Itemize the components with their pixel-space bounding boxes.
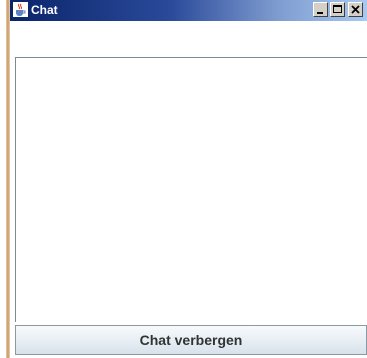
minimize-button[interactable] <box>313 2 328 17</box>
close-button[interactable] <box>348 2 363 17</box>
hide-chat-button[interactable]: Chat verbergen <box>15 325 367 355</box>
java-cup-icon <box>13 2 28 17</box>
window-title: Chat <box>31 3 58 17</box>
minimize-icon <box>317 12 323 14</box>
chat-messages-area[interactable] <box>15 57 367 322</box>
title-bar[interactable]: Chat <box>10 0 367 21</box>
maximize-button[interactable] <box>330 2 345 17</box>
header-area <box>10 21 367 57</box>
background-window-edge <box>0 0 10 358</box>
chat-window: Chat Chat verbergen <box>10 0 367 358</box>
close-icon <box>351 5 360 14</box>
maximize-icon <box>333 5 342 13</box>
